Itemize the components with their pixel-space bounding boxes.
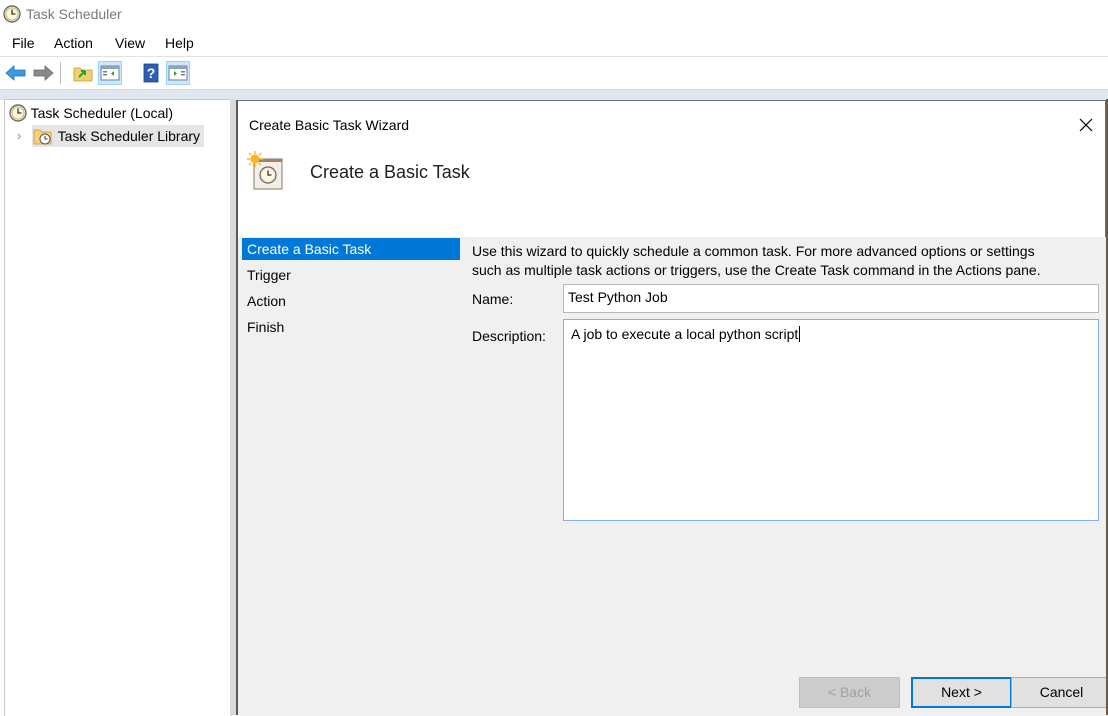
step-finish[interactable]: Finish [242, 316, 460, 338]
toolbar-separator [60, 62, 61, 84]
cancel-button[interactable]: Cancel [1011, 677, 1108, 708]
intro-line-2: such as multiple task actions or trigger… [472, 262, 1041, 278]
clock-icon [3, 5, 21, 23]
tree-item-task-scheduler-library[interactable]: Task Scheduler Library [32, 125, 205, 147]
description-label: Description: [472, 328, 546, 344]
step-action[interactable]: Action [242, 290, 460, 312]
up-folder-button[interactable] [71, 61, 95, 85]
up-folder-icon [73, 67, 93, 82]
folder-clock-icon [33, 129, 52, 145]
wizard-header-title: Create a Basic Task [310, 162, 470, 182]
tree-item-label: Task Scheduler Library [57, 128, 201, 144]
back-button[interactable] [4, 61, 28, 85]
next-button[interactable]: Next > [911, 677, 1012, 708]
text-cursor [799, 326, 801, 342]
forward-arrow-icon [33, 65, 54, 81]
menu-view[interactable]: View [115, 35, 145, 51]
create-basic-task-wizard: Create Basic Task Wizard Create a Basic … [236, 100, 1108, 716]
dialog-title: Create Basic Task Wizard [249, 117, 410, 133]
name-label: Name: [472, 291, 514, 307]
show-hide-console-tree-icon [100, 65, 120, 81]
close-icon[interactable] [1076, 115, 1096, 135]
back-button[interactable]: < Back [799, 677, 900, 708]
wizard-body: Create a Basic Task Trigger Action Finis… [238, 237, 1108, 716]
show-hide-action-pane-button[interactable] [166, 61, 190, 85]
toolbar: ? [0, 57, 1108, 90]
tree-item-label: Task Scheduler (Local) [30, 105, 174, 121]
step-create-basic-task[interactable]: Create a Basic Task [242, 238, 460, 260]
console-tree: Task Scheduler (Local) › Task Scheduler … [4, 99, 232, 716]
description-input[interactable]: A job to execute a local python script [563, 319, 1099, 521]
menu-file[interactable]: File [12, 35, 35, 51]
task-wizard-icon [247, 151, 283, 190]
tree-item-task-scheduler-local[interactable]: Task Scheduler (Local) [9, 104, 173, 122]
description-text: A job to execute a local python script [571, 326, 799, 342]
forward-button[interactable] [31, 61, 55, 85]
help-icon: ? [143, 63, 159, 83]
title-bar: Task Scheduler [0, 0, 1108, 30]
show-hide-action-pane-icon [168, 65, 188, 81]
intro-line-1: Use this wizard to quickly schedule a co… [472, 243, 1035, 259]
window-title: Task Scheduler [26, 6, 122, 22]
menu-help[interactable]: Help [165, 35, 194, 51]
help-button[interactable]: ? [139, 61, 163, 85]
expand-chevron-icon[interactable]: › [17, 128, 21, 143]
menu-bar: File Action View Help [0, 32, 1108, 57]
menu-action[interactable]: Action [54, 35, 93, 51]
clock-icon [9, 104, 27, 122]
step-trigger[interactable]: Trigger [242, 264, 460, 286]
wizard-intro-text: Use this wizard to quickly schedule a co… [472, 242, 1092, 280]
svg-text:?: ? [147, 65, 156, 81]
name-input[interactable]: Test Python Job [563, 284, 1099, 313]
back-arrow-icon [5, 65, 26, 81]
show-hide-console-tree-button[interactable] [98, 61, 122, 85]
